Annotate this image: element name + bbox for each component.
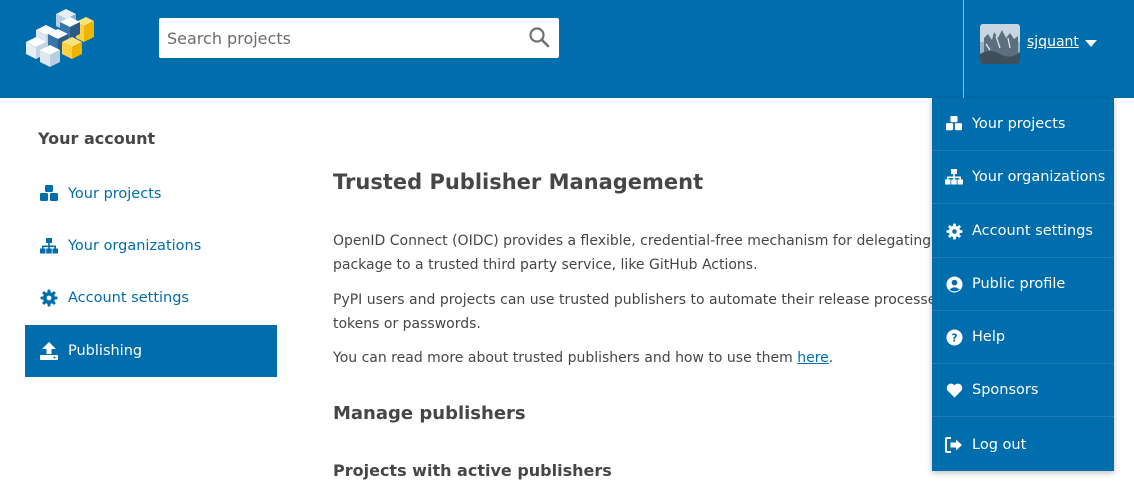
heart-icon bbox=[945, 381, 963, 399]
read-more-end: . bbox=[828, 350, 834, 366]
gear-icon bbox=[39, 288, 59, 308]
dropdown-item-label: Your organizations bbox=[972, 169, 1106, 185]
avatar[interactable] bbox=[980, 24, 1020, 64]
dropdown-item-public-profile[interactable]: Public profile bbox=[932, 258, 1114, 311]
cubes-icon bbox=[39, 184, 59, 204]
read-more-text: You can read more about trusted publishe… bbox=[333, 350, 798, 366]
dropdown-item-label: Your projects bbox=[972, 116, 1066, 132]
projects-active-publishers-heading: Projects with active publishers bbox=[333, 461, 612, 480]
sidebar-heading: Your account bbox=[38, 129, 156, 148]
gear-icon bbox=[945, 222, 963, 240]
usage-paragraph: PyPI users and projects can use trusted … bbox=[333, 288, 933, 336]
dropdown-item-label: Log out bbox=[972, 436, 1027, 453]
dropdown-item-sponsors[interactable]: Sponsors bbox=[932, 364, 1114, 417]
sidebar-item-label: Account settings bbox=[68, 290, 189, 306]
upload-icon bbox=[39, 341, 59, 361]
sitemap-icon bbox=[945, 168, 963, 186]
intro-paragraph: OpenID Connect (OIDC) provides a flexibl… bbox=[333, 229, 933, 277]
dropdown-item-label: Public profile bbox=[972, 276, 1066, 292]
user-circle-icon bbox=[945, 275, 963, 293]
usage-line-1: PyPI users and projects can use trusted … bbox=[333, 292, 933, 308]
question-circle-icon: ? bbox=[945, 328, 963, 346]
sitemap-icon bbox=[39, 236, 59, 256]
sidebar-item-your-projects[interactable]: Your projects bbox=[25, 168, 277, 220]
intro-line-1: OpenID Connect (OIDC) provides a flexibl… bbox=[333, 233, 933, 249]
sidebar-item-account-settings[interactable]: Account settings bbox=[25, 272, 277, 324]
sidebar-item-label: Your projects bbox=[68, 186, 162, 202]
dropdown-item-label: Help bbox=[972, 329, 1006, 345]
sidebar-item-publishing[interactable]: Publishing bbox=[25, 325, 277, 377]
dropdown-item-your-projects[interactable]: Your projects bbox=[932, 98, 1114, 151]
dropdown-item-help[interactable]: ? Help bbox=[932, 311, 1114, 364]
manage-publishers-heading: Manage publishers bbox=[333, 403, 526, 424]
usage-line-2: tokens or passwords. bbox=[333, 316, 481, 332]
user-dropdown-menu: Your projects Your organizations Account… bbox=[932, 98, 1114, 471]
intro-line-2: package to a trusted third party service… bbox=[333, 257, 758, 273]
pypi-logo[interactable] bbox=[22, 6, 94, 68]
page-title: Trusted Publisher Management bbox=[333, 170, 704, 194]
user-menu-toggle[interactable]: sjquant bbox=[963, 0, 1134, 98]
sidebar-item-your-organizations[interactable]: Your organizations bbox=[25, 220, 277, 272]
main-content: Trusted Publisher Management OpenID Conn… bbox=[333, 0, 933, 489]
here-link[interactable]: here bbox=[797, 350, 829, 366]
dropdown-item-label: Account settings bbox=[972, 223, 1093, 239]
cubes-icon bbox=[945, 115, 963, 133]
read-more-paragraph: You can read more about trusted publishe… bbox=[333, 346, 933, 370]
dropdown-item-label: Sponsors bbox=[972, 382, 1039, 398]
sidebar-item-label: Publishing bbox=[68, 343, 143, 359]
svg-text:?: ? bbox=[951, 332, 957, 344]
chevron-down-icon[interactable] bbox=[1085, 40, 1097, 47]
dropdown-item-your-organizations[interactable]: Your organizations bbox=[932, 151, 1114, 204]
sign-out-icon bbox=[945, 436, 963, 454]
username[interactable]: sjquant bbox=[1027, 34, 1079, 50]
dropdown-item-log-out[interactable]: Log out bbox=[932, 418, 1114, 471]
dropdown-item-account-settings[interactable]: Account settings bbox=[932, 205, 1114, 258]
sidebar-item-label: Your organizations bbox=[68, 238, 202, 254]
